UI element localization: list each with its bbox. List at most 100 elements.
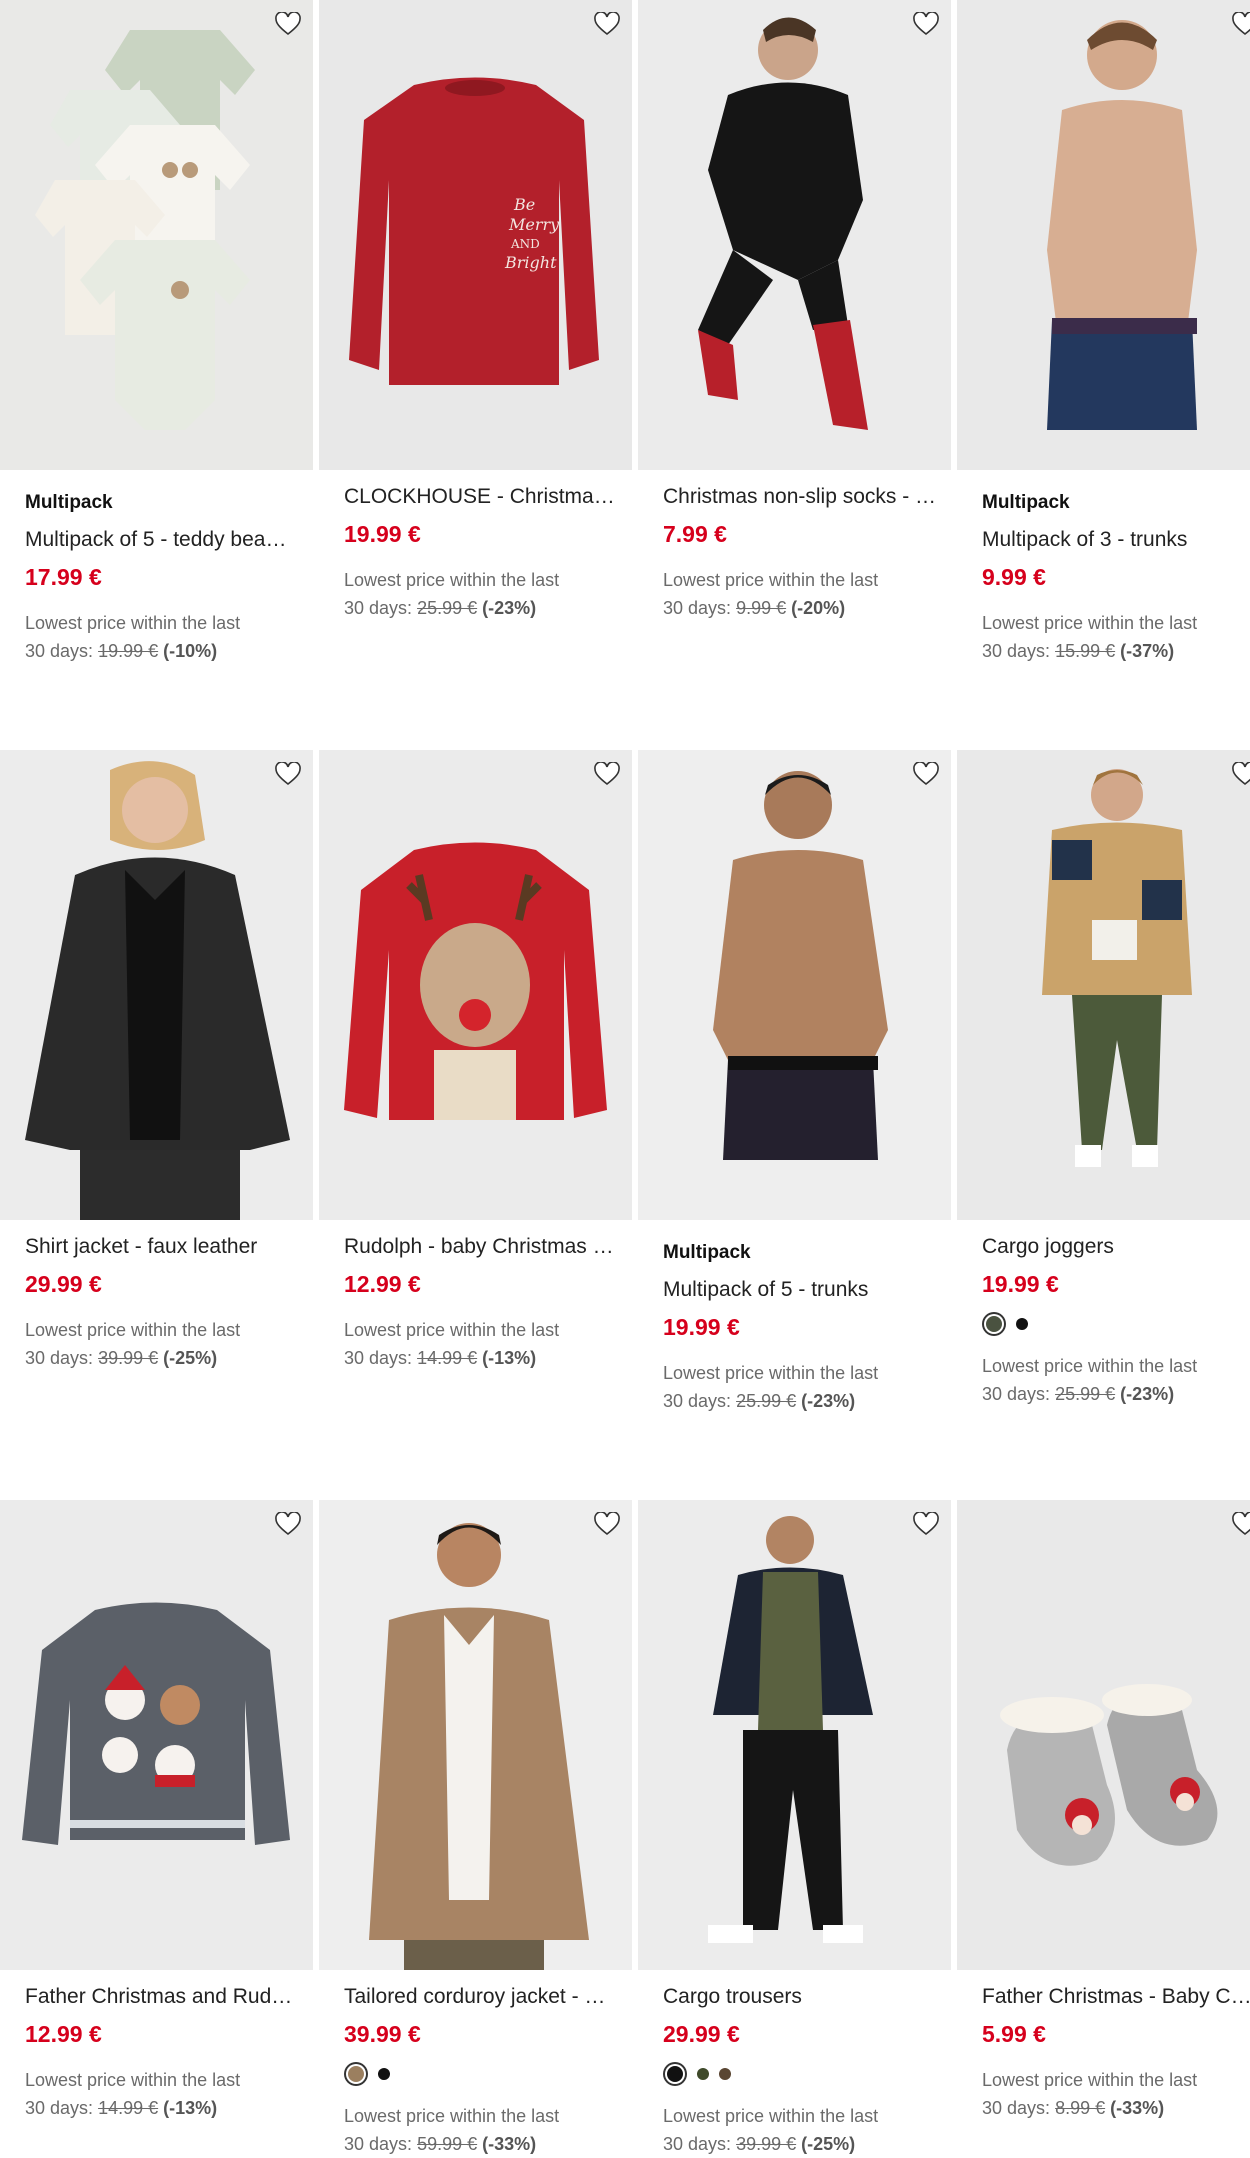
product-title[interactable]: Multipack of 5 - trunks (663, 1278, 941, 1302)
color-swatch[interactable] (667, 2066, 683, 2082)
navy-trunks-image (957, 0, 1250, 470)
product-card[interactable]: Multipack Multipack of 5 - teddy bea… 17… (0, 0, 313, 720)
favorite-heart-icon[interactable] (275, 762, 301, 786)
product-card[interactable]: Christmas non-slip socks - … 7.99 € Lowe… (638, 0, 951, 720)
favorite-heart-icon[interactable] (594, 762, 620, 786)
product-price: 29.99 € (663, 2021, 740, 2047)
product-info: Shirt jacket - faux leather 29.99 € Lowe… (25, 1235, 303, 1372)
lowest-price-note: Lowest price within the last 30 days: 25… (663, 1363, 879, 1411)
favorite-heart-icon[interactable] (913, 1512, 939, 1536)
product-card[interactable]: Shirt jacket - faux leather 29.99 € Lowe… (0, 750, 313, 1470)
product-price: 17.99 € (25, 564, 102, 590)
product-image[interactable] (638, 750, 951, 1220)
color-swatch[interactable] (378, 2068, 390, 2080)
discount: (-23%) (801, 1391, 856, 1411)
color-swatches (663, 2062, 941, 2086)
product-title[interactable]: Father Christmas and Rud… (25, 1985, 303, 2009)
lowest-price-note: Lowest price within the last 30 days: 19… (25, 613, 241, 661)
discount: (-37%) (1120, 641, 1175, 661)
svg-text:Merry: Merry (508, 215, 560, 234)
product-card[interactable]: Tailored corduroy jacket - … 39.99 € Low… (319, 1500, 632, 2154)
old-price: 59.99 € (417, 2134, 478, 2154)
product-info: Multipack Multipack of 5 - teddy bea… 17… (25, 492, 303, 665)
favorite-heart-icon[interactable] (1232, 12, 1250, 36)
old-price: 14.99 € (417, 1348, 478, 1368)
favorite-heart-icon[interactable] (594, 1512, 620, 1536)
color-swatches (344, 2062, 622, 2086)
product-title[interactable]: Shirt jacket - faux leather (25, 1235, 303, 1259)
product-info: Father Christmas - Baby C… 5.99 € Lowest… (982, 1985, 1250, 2122)
discount: (-13%) (482, 1348, 537, 1368)
multipack-badge: Multipack (663, 1242, 751, 1263)
multipack-badge: Multipack (25, 492, 113, 513)
product-card[interactable]: Cargo joggers 19.99 € Lowest price withi… (957, 750, 1250, 1470)
corduroy-jacket-image (319, 1500, 632, 1970)
product-image[interactable] (319, 1500, 632, 1970)
color-swatches (982, 1312, 1250, 1336)
grey-christmas-sweater-image (0, 1500, 313, 1970)
favorite-heart-icon[interactable] (1232, 762, 1250, 786)
dark-trunks-image (638, 750, 951, 1220)
product-image[interactable] (957, 750, 1250, 1220)
product-title[interactable]: Cargo trousers (663, 1985, 941, 2009)
product-price: 19.99 € (982, 1271, 1059, 1297)
old-price: 25.99 € (417, 598, 478, 618)
old-price: 9.99 € (736, 598, 787, 618)
old-price: 39.99 € (98, 1348, 159, 1368)
product-price: 7.99 € (663, 521, 727, 547)
old-price: 8.99 € (1055, 2098, 1106, 2118)
check-shirt-joggers-image (957, 750, 1250, 1220)
product-image[interactable] (638, 0, 951, 470)
product-card[interactable]: Rudolph - baby Christmas … 12.99 € Lowes… (319, 750, 632, 1470)
product-card[interactable]: Multipack Multipack of 5 - trunks 19.99 … (638, 750, 951, 1470)
product-image[interactable] (957, 1500, 1250, 1970)
product-card[interactable]: Father Christmas - Baby C… 5.99 € Lowest… (957, 1500, 1250, 2153)
product-image[interactable] (0, 750, 313, 1220)
favorite-heart-icon[interactable] (594, 12, 620, 36)
product-price: 19.99 € (663, 1314, 740, 1340)
product-card[interactable]: Cargo trousers 29.99 € Lowest price with… (638, 1500, 951, 2154)
color-swatch[interactable] (719, 2068, 731, 2080)
product-title[interactable]: Multipack of 5 - teddy bea… (25, 528, 303, 552)
product-image[interactable] (0, 0, 313, 470)
product-image[interactable]: Be Merry AND Bright (319, 0, 632, 470)
discount: (-23%) (1120, 1384, 1175, 1404)
teddy-bodysuits-image (0, 0, 313, 470)
reindeer-sweater-image (319, 750, 632, 1220)
product-card[interactable]: Multipack Multipack of 3 - trunks 9.99 €… (957, 0, 1250, 720)
favorite-heart-icon[interactable] (275, 1512, 301, 1536)
product-card[interactable]: Be Merry AND Bright CLOCKHOUSE - Christm… (319, 0, 632, 720)
product-image[interactable] (0, 1500, 313, 1970)
discount: (-13%) (163, 2098, 218, 2118)
black-hoodie-socks-image (638, 0, 951, 470)
product-image[interactable] (957, 0, 1250, 470)
product-title[interactable]: Rudolph - baby Christmas … (344, 1235, 622, 1259)
favorite-heart-icon[interactable] (1232, 1512, 1250, 1536)
product-title[interactable]: Multipack of 3 - trunks (982, 528, 1250, 552)
product-title[interactable]: Christmas non-slip socks - … (663, 485, 941, 509)
product-info: Father Christmas and Rud… 12.99 € Lowest… (25, 1985, 303, 2122)
color-swatch[interactable] (348, 2066, 364, 2082)
color-swatch[interactable] (986, 1316, 1002, 1332)
product-image[interactable] (319, 750, 632, 1220)
product-title[interactable]: Father Christmas - Baby C… (982, 1985, 1250, 2009)
lowest-price-note: Lowest price within the last 30 days: 9.… (663, 570, 879, 618)
old-price: 14.99 € (98, 2098, 159, 2118)
product-image[interactable] (638, 1500, 951, 1970)
color-swatch[interactable] (697, 2068, 709, 2080)
discount: (-20%) (791, 598, 846, 618)
product-title[interactable]: Cargo joggers (982, 1235, 1250, 1259)
product-info: CLOCKHOUSE - Christma… 19.99 € Lowest pr… (344, 485, 622, 622)
favorite-heart-icon[interactable] (275, 12, 301, 36)
favorite-heart-icon[interactable] (913, 762, 939, 786)
favorite-heart-icon[interactable] (913, 12, 939, 36)
product-title[interactable]: CLOCKHOUSE - Christma… (344, 485, 622, 509)
product-card[interactable]: Father Christmas and Rud… 12.99 € Lowest… (0, 1500, 313, 2153)
product-price: 12.99 € (344, 1271, 421, 1297)
svg-text:Be: Be (513, 195, 535, 214)
product-info: Tailored corduroy jacket - … 39.99 € Low… (344, 1985, 622, 2158)
color-swatch[interactable] (1016, 1318, 1028, 1330)
product-price: 5.99 € (982, 2021, 1046, 2047)
product-title[interactable]: Tailored corduroy jacket - … (344, 1985, 622, 2009)
lowest-price-note: Lowest price within the last 30 days: 39… (25, 1320, 241, 1368)
